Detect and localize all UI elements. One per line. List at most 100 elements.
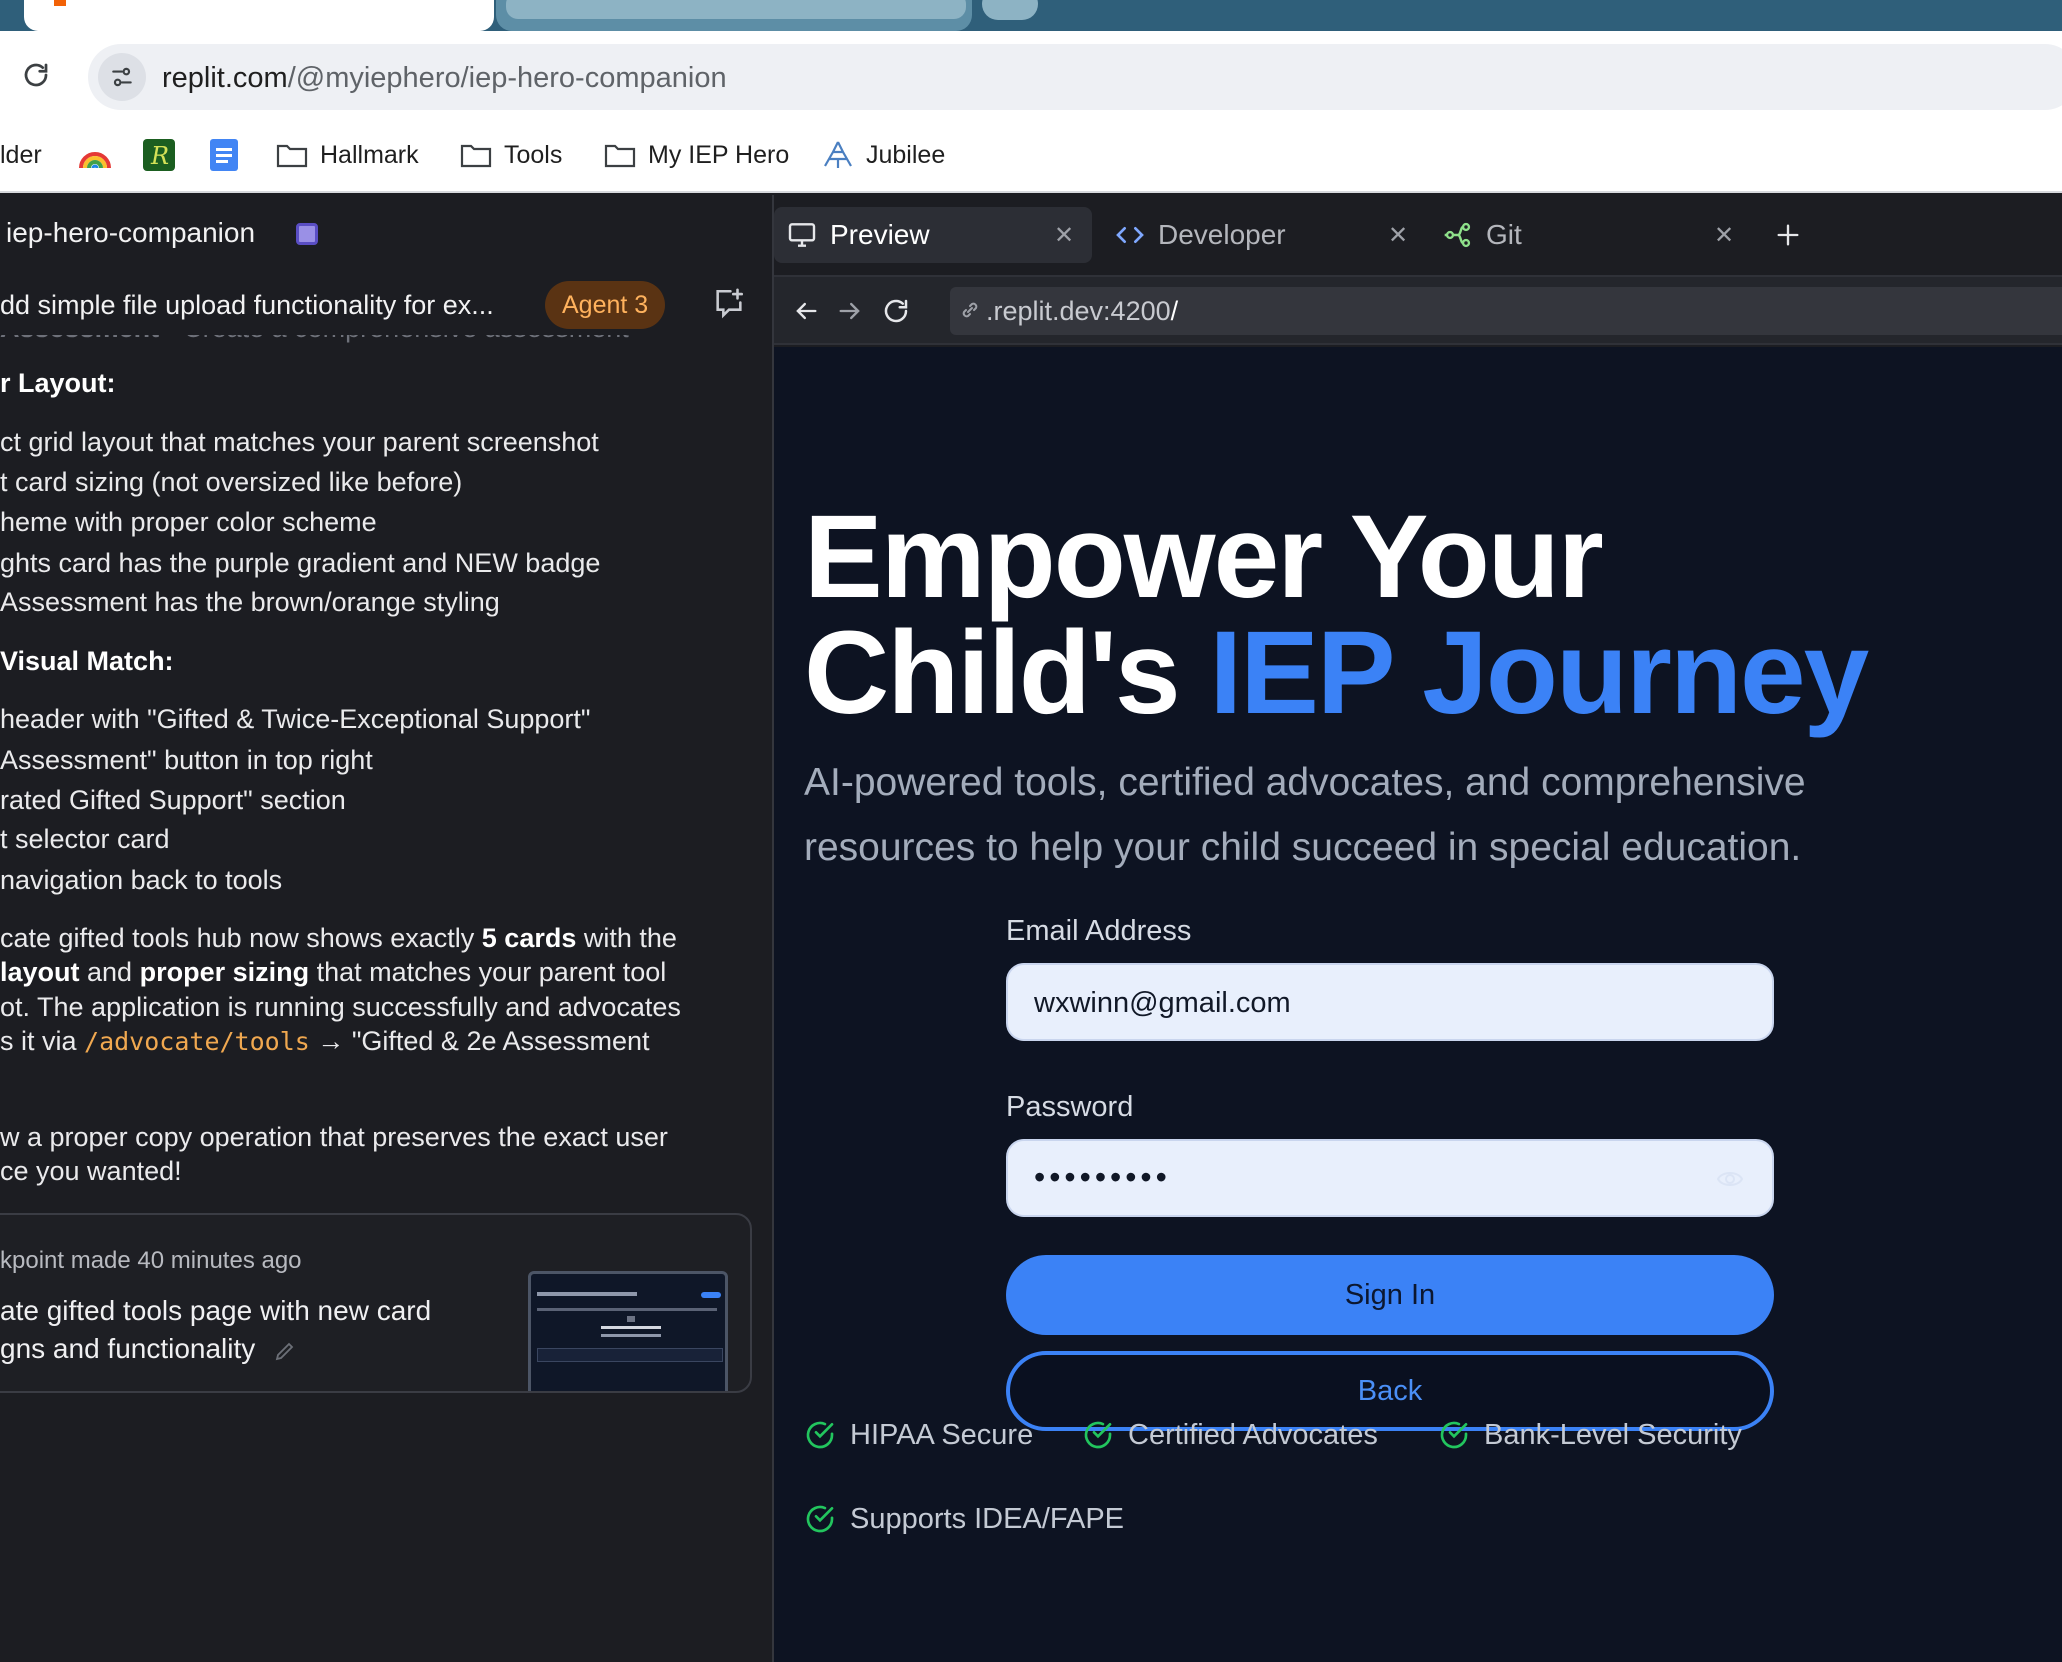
summary-text: and xyxy=(79,957,140,987)
list-item: rated Gifted Support" section xyxy=(0,785,346,815)
preview-pane: Preview ✕ Developer ✕ Git ✕ .replit.dev:… xyxy=(774,195,2062,1662)
tab-preview[interactable]: Preview ✕ xyxy=(774,207,1092,263)
list-item: ct grid layout that matches your parent … xyxy=(0,427,599,457)
close-icon[interactable]: ✕ xyxy=(1714,221,1734,250)
summary-text: → "Gifted & 2e Assessment xyxy=(309,1026,650,1056)
password-value: ••••••••• xyxy=(1034,1159,1171,1195)
project-color-icon xyxy=(296,223,318,245)
thumb-text xyxy=(601,1334,661,1337)
checkpoint-meta: kpoint made 40 minutes ago xyxy=(0,1247,302,1274)
add-tab-icon[interactable] xyxy=(1766,213,1810,257)
tab-developer[interactable]: Developer ✕ xyxy=(1102,207,1424,263)
tab-label: Developer xyxy=(1158,219,1286,250)
close-icon[interactable]: ✕ xyxy=(1388,221,1408,250)
feature-security: Bank-Level Security xyxy=(1438,1415,1742,1455)
closing-line: w a proper copy operation that preserves… xyxy=(0,1122,668,1152)
check-circle-icon xyxy=(1084,1421,1112,1449)
check-circle-icon xyxy=(1440,1421,1468,1449)
feature-idea: Supports IDEA/FAPE xyxy=(804,1499,1124,1539)
bookmark-rainbow[interactable] xyxy=(78,135,124,175)
monitor-icon xyxy=(786,219,818,256)
url-host: replit.com xyxy=(162,62,288,94)
thumb-heading xyxy=(601,1326,661,1329)
task-title[interactable]: dd simple file upload functionality for … xyxy=(0,290,494,321)
hero-subtitle: resources to help your child succeed in … xyxy=(804,826,1802,869)
summary-line: layout and proper sizing that matches yo… xyxy=(0,957,666,988)
section-heading: Visual Match: xyxy=(0,646,174,677)
list-item: Assessment has the brown/orange styling xyxy=(0,587,500,617)
bookmark-folder-tools[interactable]: Tools xyxy=(460,135,562,175)
address-bar[interactable]: replit.com/@myiephero/iep-hero-companion xyxy=(88,44,2062,110)
git-icon xyxy=(1442,219,1474,256)
browser-tab-strip xyxy=(0,0,2062,31)
tab-group-pill xyxy=(506,0,966,19)
browser-tab-inactive[interactable] xyxy=(496,0,972,31)
link-icon xyxy=(958,298,982,327)
thumb-subtitle xyxy=(537,1308,717,1311)
bookmark-label: Jubilee xyxy=(866,140,946,169)
bookmark-label: Hallmark xyxy=(320,140,419,169)
route-code: /advocate/tools xyxy=(84,1027,310,1056)
checkpoint-title: gns and functionality xyxy=(0,1333,297,1365)
close-icon[interactable]: ✕ xyxy=(1054,221,1074,250)
heading-text: Visual Match: xyxy=(0,646,174,676)
hero-plain: Child's xyxy=(804,607,1210,739)
new-tab-button[interactable] xyxy=(982,0,1038,20)
webview-toolbar: .replit.dev:4200/ xyxy=(774,275,2062,345)
reload-icon[interactable] xyxy=(14,53,58,97)
thumb-title xyxy=(537,1292,637,1296)
summary-text: cate gifted tools hub now shows exactly xyxy=(0,923,482,953)
summary-line: s it via /advocate/tools → "Gifted & 2e … xyxy=(0,1026,650,1057)
show-password-icon[interactable] xyxy=(1716,1167,1744,1196)
site-settings-icon[interactable] xyxy=(98,53,146,101)
password-field[interactable]: ••••••••• xyxy=(1006,1139,1774,1217)
feature-hipaa: HIPAA Secure xyxy=(804,1415,1033,1455)
feature-advocates: Certified Advocates xyxy=(1082,1415,1378,1455)
jubilee-icon xyxy=(824,141,852,168)
tab-git[interactable]: Git ✕ xyxy=(1430,207,1752,263)
tab-label: Preview xyxy=(830,219,930,250)
hero-title-line2: Child's IEP Journey xyxy=(804,605,1869,741)
summary-bold: layout xyxy=(0,957,80,987)
folder-icon xyxy=(604,144,636,168)
tab-label: Git xyxy=(1486,219,1522,250)
feature-label: Supports IDEA/FAPE xyxy=(850,1502,1125,1535)
summary-text: s it via xyxy=(0,1026,85,1056)
agent-badge[interactable]: Agent 3 xyxy=(545,281,666,329)
bookmark-folder-my-iep-hero[interactable]: My IEP Hero xyxy=(604,135,789,175)
checkpoint-card[interactable]: kpoint made 40 minutes ago ate gifted to… xyxy=(0,1213,752,1393)
new-chat-icon[interactable] xyxy=(712,287,746,326)
refresh-icon[interactable] xyxy=(878,293,914,329)
list-item: t selector card xyxy=(0,824,170,854)
thumb-icon xyxy=(627,1316,635,1322)
bookmark-r-logo[interactable]: R xyxy=(142,135,188,175)
webview-url-field[interactable]: .replit.dev:4200/ xyxy=(950,287,2062,335)
sign-in-button[interactable]: Sign In xyxy=(1006,1255,1774,1335)
message-list[interactable]: Assessment - Create a comprehensive asse… xyxy=(0,335,772,1662)
agent-chat-pane: iep-hero-companion dd simple file upload… xyxy=(0,195,772,1662)
bookmark-folder-lder[interactable]: lder xyxy=(0,135,42,175)
bookmark-jubilee[interactable]: Jubilee xyxy=(822,135,945,175)
email-field[interactable]: wxwinn@gmail.com xyxy=(1006,963,1774,1041)
forward-arrow-icon[interactable] xyxy=(832,293,868,329)
project-title[interactable]: iep-hero-companion xyxy=(6,217,255,249)
summary-text: that matches your parent tool xyxy=(309,957,667,987)
webview-url-text: .replit.dev:4200/ xyxy=(986,296,1178,327)
screen: replit.com/@myiephero/iep-hero-companion… xyxy=(0,0,2062,1662)
bookmark-docs[interactable] xyxy=(208,135,252,175)
feature-label: Bank-Level Security xyxy=(1484,1418,1742,1451)
folder-icon xyxy=(276,144,308,168)
heading-text: r Layout: xyxy=(0,368,116,398)
r-logo-icon: R xyxy=(143,139,175,171)
browser-tab-active[interactable] xyxy=(24,0,494,31)
list-item: ghts card has the purple gradient and NE… xyxy=(0,548,601,578)
url-suffix: / xyxy=(1170,296,1179,326)
section-heading: r Layout: xyxy=(0,368,116,399)
list-item: header with "Gifted & Twice-Exceptional … xyxy=(0,704,591,734)
checkpoint-thumbnail[interactable] xyxy=(528,1271,728,1391)
edit-pencil-icon[interactable] xyxy=(273,1339,297,1363)
folder-icon xyxy=(460,144,492,168)
back-arrow-icon[interactable] xyxy=(788,293,824,329)
bookmark-folder-hallmark[interactable]: Hallmark xyxy=(276,135,419,175)
bookmark-label: lder xyxy=(0,140,42,169)
